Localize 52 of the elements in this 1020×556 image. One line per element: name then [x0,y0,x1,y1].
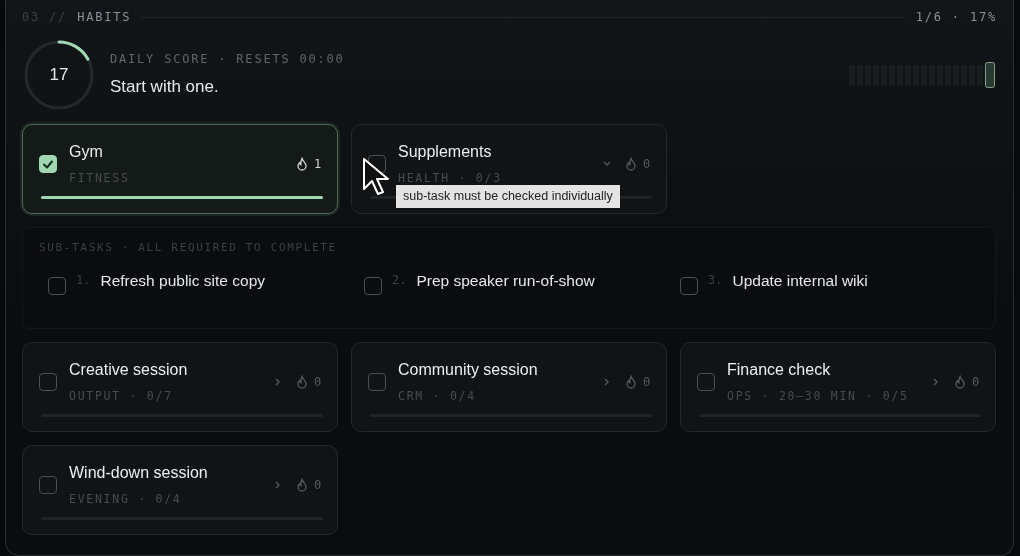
chevron-icon[interactable] [273,480,282,489]
habit-card[interactable]: Gym FITNESS 1 [22,124,338,214]
flame-icon [295,477,308,492]
panel-title: HABITS [77,9,132,26]
score-label: DAILY SCORE · RESETS 00:00 [110,51,345,69]
habit-checkbox[interactable] [39,475,57,494]
chevron-icon[interactable] [602,377,611,386]
habit-name: Finance check [727,360,832,380]
streak-count: 0 [313,373,323,391]
subtask-label: Update internal wiki [732,270,868,291]
habit-meta: EVENING · 0/4 [69,491,183,508]
habit-card[interactable]: Community session CRM · 0/4 0 [351,342,667,432]
flame-icon [624,374,637,389]
chevron-icon[interactable] [273,377,282,386]
streak-count: 0 [642,373,652,391]
subtask-label: Refresh public site copy [100,270,265,291]
habit-checkbox[interactable] [697,372,715,391]
streak-count: 1 [313,155,323,173]
habit-name: Community session [398,360,538,380]
habit-checkbox[interactable] [368,372,386,391]
subtask-label: Prep speaker run-of-show [416,270,595,291]
habit-meta: HEALTH · 0/3 [398,170,502,187]
flame-icon [295,156,308,171]
habit-name: Gym [69,142,104,162]
tooltip: sub-task must be checked individually [396,185,620,208]
habit-card[interactable]: Wind-down session EVENING · 0/4 0 [22,445,338,535]
progress-summary: 1/6 · 17% [915,9,997,26]
habit-card[interactable]: Finance check OPS · 20–30 MIN · 0/5 0 [680,342,996,432]
flame-icon [953,374,966,389]
chevron-icon[interactable] [602,159,611,168]
score-message: Start with one. [110,76,220,99]
subtask-checkbox[interactable] [364,276,382,295]
score-value: 17 [48,64,70,87]
flame-icon [624,156,637,171]
chevron-icon[interactable] [931,377,940,386]
streak-count: 0 [642,155,652,173]
habit-meta: CRM · 0/4 [398,388,477,405]
habit-name: Supplements [398,142,493,162]
habit-card[interactable]: Creative session OUTPUT · 0/7 0 [22,342,338,432]
habit-meta: FITNESS [69,170,130,187]
streak-count: 0 [971,373,981,391]
habit-meta: OPS · 20–30 MIN · 0/5 [727,388,909,405]
habit-checkbox[interactable] [39,372,57,391]
habit-meta: OUTPUT · 0/7 [69,388,174,405]
subtask-checkbox[interactable] [48,276,66,295]
subtask-checkbox[interactable] [680,276,698,295]
habit-name: Wind-down session [69,463,208,483]
streak-count: 0 [313,476,323,494]
habit-name: Creative session [69,360,188,380]
habit-card[interactable]: Supplements HEALTH · 0/3 0 sub-task must be checked individually [351,124,667,214]
cursor-icon [362,157,392,197]
flame-icon [295,374,308,389]
